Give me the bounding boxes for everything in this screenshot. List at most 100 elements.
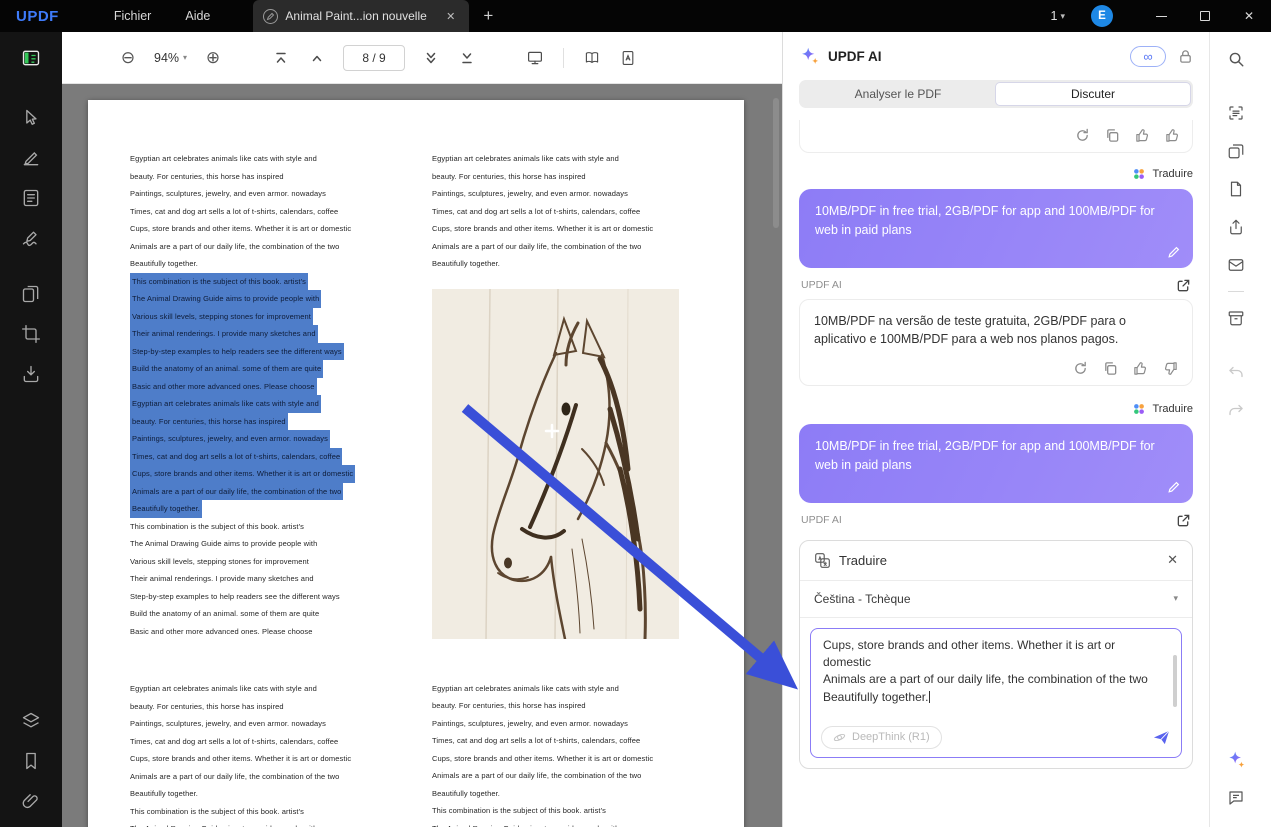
text-line: beauty. For centuries, this horse has in… — [432, 168, 702, 186]
edit-message-icon[interactable] — [1167, 245, 1181, 259]
selected-text-block[interactable]: This combination is the subject of this … — [130, 273, 400, 518]
page-column-right: Egyptian art celebrates animals like cat… — [432, 150, 702, 827]
maximize-icon — [1200, 11, 1210, 21]
email-button[interactable] — [1218, 247, 1254, 283]
annotation-pen-icon — [263, 9, 278, 24]
text-line: Egyptian art celebrates animals like cat… — [130, 680, 400, 698]
text-line: Cups, store brands and other items. Whet… — [432, 750, 702, 768]
zoom-in-button[interactable]: ⊕ — [199, 44, 227, 72]
user-message-bubble: 10MB/PDF in free trial, 2GB/PDF for app … — [799, 189, 1193, 268]
translate-action-tag: Traduire — [799, 402, 1193, 416]
unlimited-toggle[interactable]: ∞ — [1130, 46, 1166, 67]
text-line: Beautifully together. — [432, 255, 702, 273]
thumbs-down-icon[interactable] — [1165, 128, 1180, 143]
reader-mode-button[interactable] — [12, 39, 50, 77]
text-line: Times, cat and dog art sells a lot of t-… — [432, 203, 702, 221]
close-icon[interactable]: ✕ — [1167, 552, 1178, 568]
edit-message-icon[interactable] — [1167, 480, 1181, 494]
message-meta-row: UPDF AI — [801, 513, 1191, 528]
tab-close-icon[interactable]: ✕ — [442, 8, 459, 25]
presentation-button[interactable] — [521, 44, 549, 72]
edit-pdf-button[interactable] — [12, 179, 50, 217]
export-pdf-button[interactable] — [12, 355, 50, 393]
close-window-button[interactable]: ✕ — [1227, 0, 1271, 32]
send-button[interactable] — [1152, 728, 1171, 747]
translate-input-text: Cups, store brands and other items. Whet… — [823, 637, 1165, 707]
bookmark-button[interactable] — [12, 742, 50, 780]
lock-icon[interactable] — [1178, 49, 1193, 64]
undo-button[interactable] — [1218, 354, 1254, 390]
text-line: Paintings, sculptures, jewelry, and even… — [130, 715, 400, 733]
text-line: Paintings, sculptures, jewelry, and even… — [130, 185, 400, 203]
zoom-out-button[interactable]: ⊖ — [114, 44, 142, 72]
last-page-button[interactable] — [453, 44, 481, 72]
thumbs-down-icon[interactable] — [1163, 361, 1178, 376]
menu-aide[interactable]: Aide — [168, 0, 227, 32]
page-layout-button[interactable] — [578, 44, 606, 72]
tab-analyser-le-pdf[interactable]: Analyser le PDF — [801, 82, 995, 106]
thumbs-up-icon[interactable] — [1133, 361, 1148, 376]
first-page-button[interactable] — [267, 44, 295, 72]
select-tool-button[interactable] — [12, 99, 50, 137]
comment-tool-button[interactable] — [12, 139, 50, 177]
open-in-new-icon[interactable] — [1176, 278, 1191, 293]
chevron-down-icon: ▾ — [1060, 11, 1065, 22]
menu-fichier[interactable]: Fichier — [97, 0, 169, 32]
deepthink-toggle[interactable]: DeepThink (R1) — [821, 726, 942, 749]
vertical-scrollbar[interactable] — [773, 98, 779, 228]
text-line: This combination is the subject of this … — [130, 273, 308, 291]
compress-button[interactable] — [1218, 133, 1254, 169]
updf-ai-panel: UPDF AI ∞ Analyser le PDF Discuter — [782, 32, 1209, 827]
text-line: Paintings, sculptures, jewelry, and even… — [432, 715, 702, 733]
new-tab-button[interactable]: + — [469, 6, 507, 26]
updf-ai-sidebar-button[interactable] — [1218, 742, 1254, 778]
text-line: Various skill levels, stepping stones fo… — [130, 553, 400, 571]
window-count-dropdown[interactable]: 1 ▾ — [1051, 9, 1065, 23]
maximize-button[interactable] — [1183, 0, 1227, 32]
sticky-note-button[interactable] — [1218, 780, 1254, 816]
paragraph: Egyptian art celebrates animals like cat… — [432, 680, 702, 803]
copy-icon[interactable] — [1103, 361, 1118, 376]
crop-pages-button[interactable] — [12, 315, 50, 353]
text-line: Animals are a part of our daily life, th… — [432, 767, 702, 785]
thumbs-up-icon[interactable] — [1135, 128, 1150, 143]
text-line: Animals are a part of our daily life, th… — [130, 238, 400, 256]
document-tab[interactable]: Animal Paint...ion nouvelle ✕ — [253, 0, 469, 32]
next-page-button[interactable] — [417, 44, 445, 72]
window-count: 1 — [1051, 9, 1058, 23]
regenerate-icon[interactable] — [1075, 128, 1090, 143]
paragraph: This combination is the subject of this … — [130, 803, 400, 827]
zoom-level-dropdown[interactable]: 94% ▾ — [150, 51, 191, 65]
organize-pages-button[interactable] — [12, 275, 50, 313]
document-area[interactable]: Egyptian art celebrates animals like cat… — [62, 84, 782, 827]
fill-sign-button[interactable] — [12, 219, 50, 257]
text-line: Beautifully together. — [432, 785, 702, 803]
search-button[interactable] — [1218, 41, 1254, 77]
copy-icon[interactable] — [1105, 128, 1120, 143]
document-info-button[interactable] — [1218, 171, 1254, 207]
previous-page-button[interactable] — [303, 44, 331, 72]
text-line: Times, cat and dog art sells a lot of t-… — [130, 733, 400, 751]
assistant-message-bubble — [799, 120, 1193, 153]
redo-button[interactable] — [1218, 392, 1254, 428]
translate-input[interactable]: Cups, store brands and other items. Whet… — [810, 628, 1182, 758]
text-line: Their animal renderings. I provide many … — [130, 570, 400, 588]
open-in-new-icon[interactable] — [1176, 513, 1191, 528]
layers-button[interactable] — [12, 702, 50, 740]
attachment-button[interactable] — [12, 782, 50, 820]
paragraph: This combination is the subject of this … — [130, 273, 400, 396]
translate-pdf-button[interactable] — [614, 44, 642, 72]
share-button[interactable] — [1218, 209, 1254, 245]
translate-icon — [814, 552, 831, 569]
archive-button[interactable] — [1218, 300, 1254, 336]
tab-discuter[interactable]: Discuter — [995, 82, 1191, 106]
user-avatar[interactable]: E — [1091, 5, 1113, 27]
sidebar-divider — [1228, 291, 1244, 292]
input-scrollbar[interactable] — [1173, 655, 1177, 707]
assistant-message-bubble: 10MB/PDF na versão de teste gratuita, 2G… — [799, 299, 1193, 387]
page-indicator[interactable]: 8 / 9 — [343, 45, 405, 71]
regenerate-icon[interactable] — [1073, 361, 1088, 376]
ocr-button[interactable] — [1218, 95, 1254, 131]
minimize-button[interactable] — [1139, 0, 1183, 32]
target-language-select[interactable]: Čeština - Tchèque ▾ — [800, 581, 1192, 618]
